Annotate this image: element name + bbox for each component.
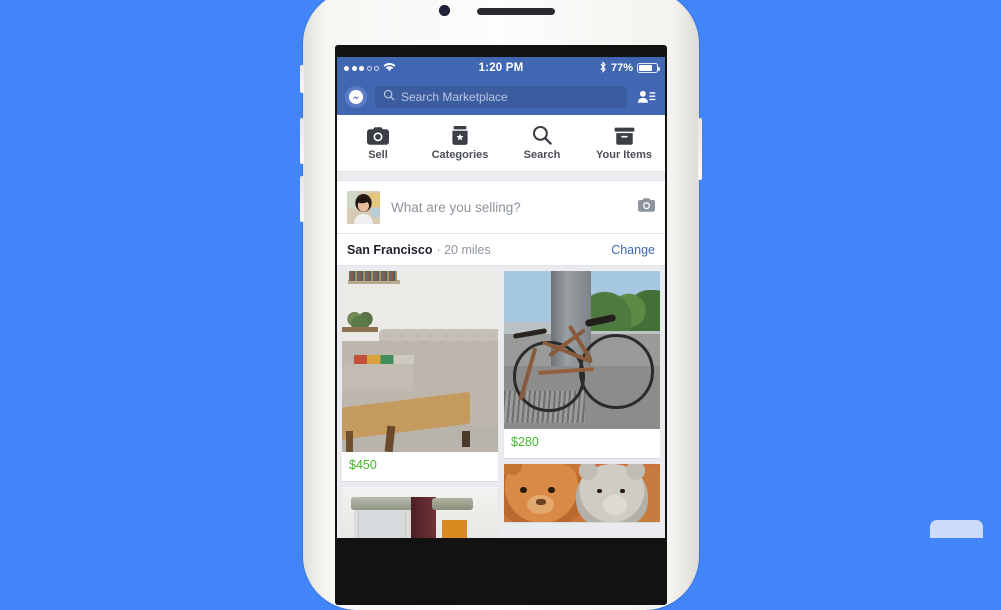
tab-categories-label: Categories xyxy=(431,149,489,161)
earpiece-speaker xyxy=(477,8,555,15)
listing-card[interactable]: $450 xyxy=(342,271,498,481)
tab-sell-label: Sell xyxy=(368,149,388,161)
camera-icon[interactable] xyxy=(638,197,655,217)
composer-placeholder-text: What are you selling? xyxy=(391,199,521,215)
listing-card[interactable]: $280 xyxy=(504,271,660,458)
sell-composer-row[interactable]: What are you selling? xyxy=(337,181,665,234)
volume-up-button[interactable] xyxy=(300,118,304,164)
box-icon xyxy=(614,125,635,145)
search-icon xyxy=(383,88,395,106)
categories-jar-icon xyxy=(451,125,469,145)
listing-price: $280 xyxy=(511,435,539,449)
location-city: San Francisco xyxy=(347,242,433,257)
tab-search[interactable]: Search xyxy=(501,125,583,161)
location-distance: · 20 miles xyxy=(436,242,491,257)
battery-icon xyxy=(637,63,660,73)
tab-search-label: Search xyxy=(523,149,561,161)
camera-icon xyxy=(367,125,389,145)
location-bar: San Francisco · 20 miles Change xyxy=(337,234,665,266)
listing-photo-coffee-maker xyxy=(342,487,498,538)
status-bar-time: 1:20 PM xyxy=(478,62,524,74)
change-location-link[interactable]: Change xyxy=(611,243,655,257)
avatar[interactable] xyxy=(347,190,380,224)
listing-photo-teddy-bears xyxy=(504,464,660,522)
listing-card[interactable] xyxy=(342,487,498,538)
tab-your-items[interactable]: Your Items xyxy=(583,125,665,161)
section-divider xyxy=(337,172,665,181)
silent-switch-button[interactable] xyxy=(300,65,304,93)
power-button[interactable] xyxy=(698,118,702,180)
search-input[interactable]: Search Marketplace xyxy=(375,86,627,108)
feed-column-left: $450 xyxy=(342,271,498,538)
tab-sell[interactable]: Sell xyxy=(337,125,419,161)
marketplace-tab-bar: Sell Categories Search Your Items xyxy=(337,115,665,172)
app-navigation-bar: Search Marketplace xyxy=(337,79,665,115)
phone-screen: 1:20 PM 77% Search Marketplace Sell Cate… xyxy=(337,57,665,538)
search-icon xyxy=(532,125,552,145)
listing-price: $450 xyxy=(349,458,377,472)
tab-categories[interactable]: Categories xyxy=(419,125,501,161)
listing-photo-sofa xyxy=(342,271,498,452)
listing-photo-bicycle xyxy=(504,271,660,429)
volume-down-button[interactable] xyxy=(300,176,304,222)
corner-accent-shape xyxy=(930,520,983,538)
search-placeholder-text: Search Marketplace xyxy=(401,90,508,104)
status-bar: 1:20 PM 77% xyxy=(337,57,665,79)
friend-requests-icon[interactable] xyxy=(635,87,657,107)
listing-card[interactable] xyxy=(504,464,660,522)
messenger-icon[interactable] xyxy=(345,86,367,108)
tab-your-items-label: Your Items xyxy=(595,149,653,161)
marketplace-feed-grid: $450 $280 xyxy=(337,266,665,538)
front-camera-icon xyxy=(439,5,450,16)
feed-column-right: $280 xyxy=(504,271,660,538)
